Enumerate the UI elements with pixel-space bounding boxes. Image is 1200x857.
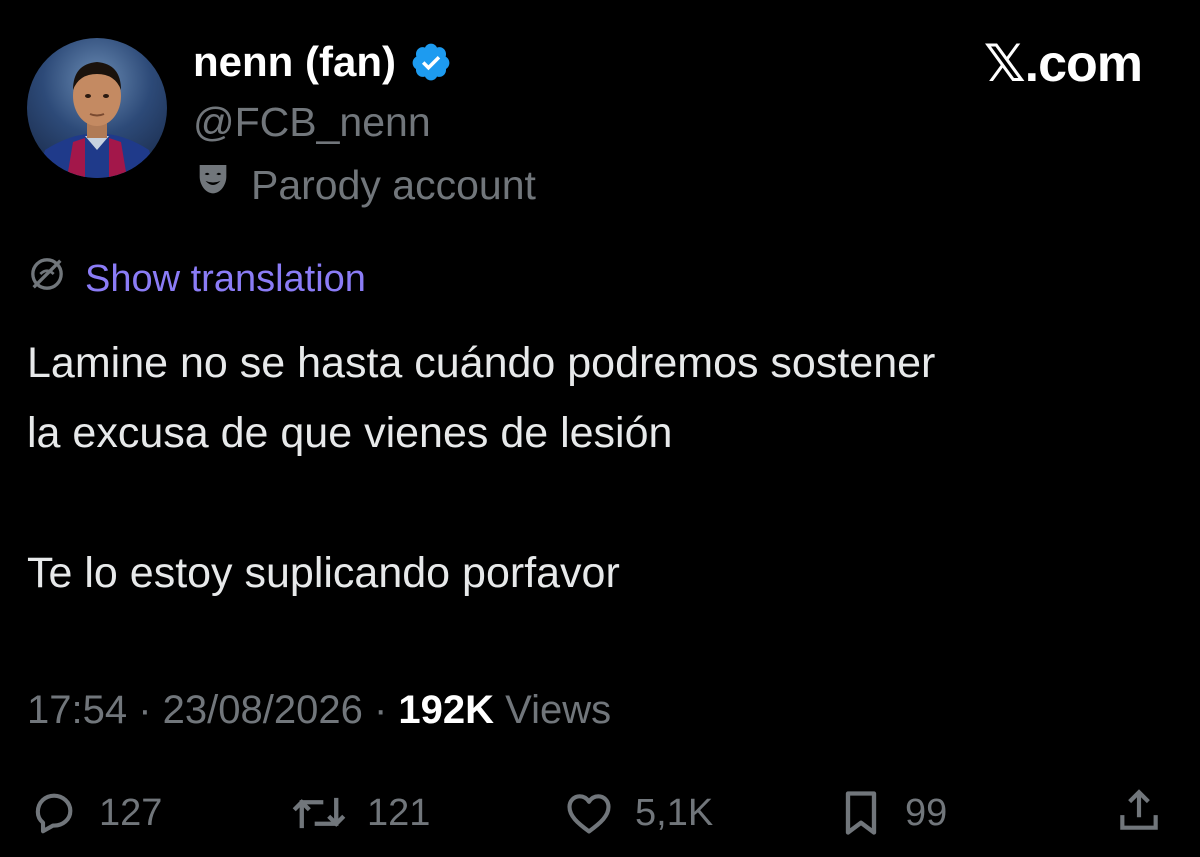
reply-icon (27, 787, 79, 839)
bookmark-count: 99 (905, 792, 948, 834)
repost-count: 121 (367, 792, 431, 834)
like-button[interactable]: 5,1K (563, 785, 713, 841)
repost-button[interactable]: 121 (291, 785, 430, 841)
x-logo-brand: 𝕏.com (983, 35, 1143, 93)
bookmark-button[interactable]: 99 (837, 785, 947, 841)
show-translation-link[interactable]: Show translation (85, 257, 366, 301)
tweet-date[interactable]: 23/08/2026 (163, 688, 363, 732)
tweet-meta: 17:54 · 23/08/2026 · 192K Views (27, 686, 611, 734)
like-count: 5,1K (635, 792, 714, 834)
tweet-actions: 127 121 5,1K 99 (27, 785, 1164, 841)
views-label: Views (494, 688, 612, 732)
meta-separator: · (127, 688, 163, 732)
share-button[interactable] (1114, 785, 1164, 837)
meta-separator: · (362, 688, 399, 732)
heart-icon (563, 787, 615, 839)
reply-button[interactable]: 127 (27, 785, 162, 841)
parody-label-text: Parody account (251, 162, 536, 208)
verified-badge-icon (410, 41, 452, 83)
tweet-time[interactable]: 17:54 (27, 688, 127, 732)
reply-count: 127 (99, 792, 163, 834)
author-display-name[interactable]: nenn (fan) (193, 38, 396, 86)
parody-mask-icon (193, 160, 233, 210)
views-count: 192K (398, 688, 495, 732)
bookmark-icon (837, 787, 885, 839)
translate-globe-icon (27, 254, 67, 304)
parody-label: Parody account (193, 160, 536, 210)
share-icon (1114, 785, 1164, 837)
avatar[interactable] (27, 38, 167, 178)
author-display-name-row[interactable]: nenn (fan) (193, 38, 452, 86)
tweet-text: Lamine no se hasta cuándo podremos soste… (27, 339, 936, 597)
repost-icon (291, 787, 347, 839)
author-handle[interactable]: @FCB_nenn (193, 98, 431, 146)
translation-row[interactable]: Show translation (27, 254, 366, 304)
